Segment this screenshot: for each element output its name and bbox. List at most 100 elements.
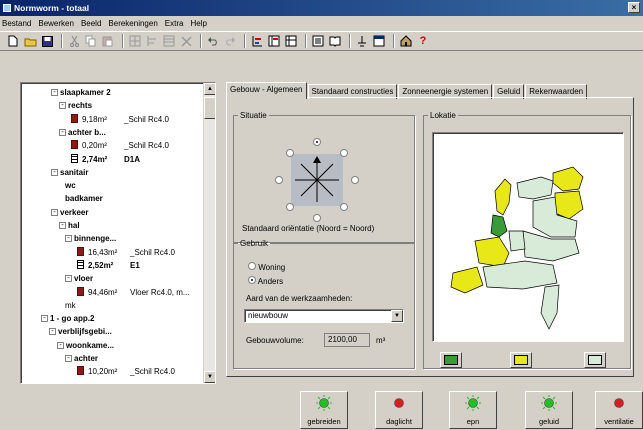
tree-collapse-icon[interactable]: -	[59, 102, 66, 110]
scroll-down-button[interactable]: ▼	[204, 371, 215, 383]
tab-gebouw-algemeen[interactable]: Gebouw - Algemeen	[226, 82, 307, 99]
redo-icon[interactable]	[223, 34, 237, 48]
radio-woning-circle[interactable]	[248, 262, 256, 270]
layout-icon[interactable]	[250, 34, 264, 48]
pin-icon[interactable]	[355, 34, 369, 48]
insert-icon[interactable]	[145, 34, 159, 48]
tree-item[interactable]: mk	[65, 300, 76, 311]
chevron-down-icon[interactable]: ▼	[391, 310, 403, 322]
orientation-radio[interactable]	[339, 149, 348, 158]
wall-construction-icon	[77, 246, 84, 256]
tree-collapse-icon[interactable]: -	[41, 315, 48, 323]
table-icon[interactable]	[162, 34, 176, 48]
tree-item[interactable]: badkamer	[65, 193, 103, 204]
legend-dark-green-button[interactable]	[440, 352, 462, 368]
tree-item-label: binnenge...	[74, 234, 117, 244]
new-icon[interactable]	[6, 34, 20, 48]
undo-icon[interactable]	[206, 34, 220, 48]
scroll-thumb[interactable]	[204, 97, 215, 119]
volume-value[interactable]: 2100,00	[324, 333, 370, 347]
tree-item[interactable]: - woonkame...	[57, 340, 114, 351]
radio-anders[interactable]: Anders	[248, 276, 283, 286]
tree-item[interactable]: 0,20m² _Schil Rc4.0	[71, 140, 169, 151]
legend-yellow-button[interactable]	[510, 352, 532, 368]
tree-collapse-icon[interactable]: -	[51, 89, 58, 96]
layout2-icon[interactable]	[267, 34, 281, 48]
tree-item[interactable]: - verblijfsgebi...	[49, 326, 112, 337]
tree-scrollbar[interactable]: ▲ ▼	[203, 83, 215, 383]
tree-collapse-icon[interactable]: -	[57, 341, 64, 349]
tree-item[interactable]: - verkeer	[51, 207, 88, 218]
orientation-radio[interactable]	[351, 176, 359, 184]
scroll-up-button[interactable]: ▲	[204, 83, 215, 95]
tree-item[interactable]: 94,46m² Vloer Rc4.0, m...	[77, 286, 190, 298]
menu-beeld[interactable]: Beeld	[81, 19, 101, 28]
menu-bestand[interactable]: Bestand	[2, 19, 31, 28]
status-button-ventilatie[interactable]: ventilatie	[595, 391, 643, 429]
save-icon[interactable]	[40, 34, 54, 48]
paste-icon[interactable]	[101, 34, 115, 48]
work-type-select[interactable]: nieuwbouw ▼	[244, 309, 404, 323]
gebruik-legend: Gebruik	[240, 239, 269, 248]
status-button-epn[interactable]: epn	[449, 391, 497, 429]
tree-item[interactable]: - achter	[65, 353, 98, 364]
region-map[interactable]	[433, 133, 623, 341]
tree-item[interactable]: - vloer	[65, 273, 93, 284]
cut-icon[interactable]	[67, 34, 81, 48]
status-button-geluid[interactable]: geluid	[525, 391, 573, 429]
grid-icon[interactable]	[128, 34, 142, 48]
tree-item-label: woonkame...	[66, 340, 115, 350]
tree-item[interactable]: - slaapkamer 2	[51, 87, 111, 98]
menu-help[interactable]: Help	[190, 19, 206, 28]
status-button-daglicht[interactable]: daglicht	[375, 391, 423, 429]
menu-bewerken[interactable]: Bewerken	[38, 19, 74, 28]
tree-collapse-icon[interactable]: -	[51, 208, 58, 216]
netherlands-map[interactable]	[432, 132, 624, 342]
orientation-radio[interactable]	[313, 214, 321, 222]
tree-collapse-icon[interactable]: -	[51, 168, 58, 176]
close-button[interactable]: ×	[628, 2, 640, 13]
tree-item[interactable]: 9,18m² _Schil Rc4.0	[71, 113, 169, 125]
legend-light-green-button[interactable]	[584, 352, 606, 368]
tree-item[interactable]: - rechts	[59, 100, 92, 111]
tree-item[interactable]: -1 - go app.2	[41, 313, 94, 324]
tree-item[interactable]: - achter b...	[59, 127, 106, 138]
status-button-label: ventilatie	[604, 417, 634, 426]
window-construction-icon	[71, 153, 78, 163]
home-icon[interactable]	[399, 34, 413, 48]
menu-extra[interactable]: Extra	[165, 19, 184, 28]
tree-collapse-icon[interactable]: -	[65, 235, 72, 243]
wall-construction-icon	[71, 140, 78, 150]
tree-collapse-icon[interactable]: -	[65, 275, 72, 283]
delete-icon[interactable]	[179, 34, 193, 48]
layout3-icon[interactable]	[284, 34, 298, 48]
help-icon[interactable]: ?	[416, 34, 430, 48]
tree-item[interactable]: 2,74m² D1A	[71, 153, 140, 165]
orientation-radio[interactable]	[286, 202, 295, 211]
open-icon[interactable]	[23, 34, 37, 48]
tree-collapse-icon[interactable]: -	[49, 328, 56, 336]
copy-icon[interactable]	[84, 34, 98, 48]
tree-collapse-icon[interactable]: -	[59, 128, 66, 136]
status-button-gebreiden[interactable]: gebreiden	[300, 391, 348, 429]
radio-woning[interactable]: Woning	[248, 262, 285, 272]
tree-item[interactable]: 10,20m² _Schil Rc4.0	[77, 366, 175, 377]
tree-item[interactable]: 16,43m² _Schil Rc4.0	[77, 246, 175, 258]
orientation-radio[interactable]	[275, 176, 283, 184]
sheet-icon[interactable]	[311, 34, 325, 48]
orientation-radio[interactable]	[339, 202, 348, 211]
tree-item[interactable]: 2,52m² E1	[77, 259, 140, 271]
building-tree[interactable]: ▲ ▼ - slaapkamer 2 - rechts 9,18m² _Schil Rc4…	[20, 82, 216, 384]
menu-berekeningen[interactable]: Berekeningen	[108, 19, 157, 28]
tree-item[interactable]: wc	[65, 180, 76, 191]
orientation-caption: Standaard oriëntatie (Noord = Noord)	[242, 224, 375, 233]
orientation-radio[interactable]	[313, 138, 321, 146]
book-icon[interactable]	[328, 34, 342, 48]
tree-collapse-icon[interactable]: -	[65, 355, 72, 362]
tree-collapse-icon[interactable]: -	[59, 222, 66, 229]
radio-anders-circle[interactable]	[248, 276, 256, 284]
tree-item[interactable]: - binnenge...	[65, 233, 116, 244]
tree-item[interactable]: - hal	[59, 220, 80, 231]
window-icon[interactable]	[372, 34, 386, 48]
tree-item[interactable]: - sanitair	[51, 167, 88, 178]
